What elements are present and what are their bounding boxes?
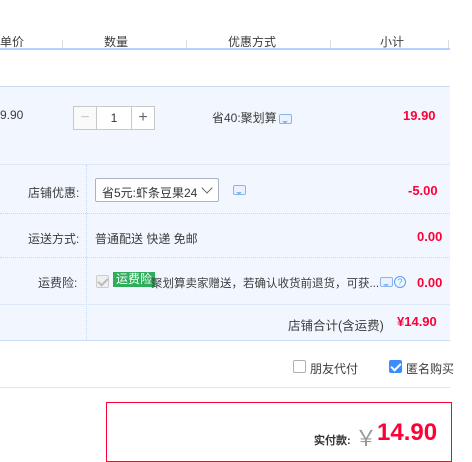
help-icon[interactable]: ? [394,276,406,288]
header-divider [448,40,449,48]
payment-currency: ￥ [355,426,378,451]
label-column-divider [86,165,87,341]
payment-amount: 14.90 [377,419,438,446]
row-divider [0,164,450,165]
payment-label: 实付款: [314,435,351,447]
insurance-label: 运费险: [38,276,78,290]
shop-discount-amount: -5.00 [408,183,438,198]
quantity-input[interactable]: 1 [97,106,131,130]
item-subtotal: 19.90 [403,108,436,123]
table-header: 单价 数量 优惠方式 小计 [0,0,472,52]
header-underline [0,48,450,50]
section-divider [0,387,450,388]
shop-total-amount: ¥14.90 [397,314,437,329]
comment-icon[interactable] [380,277,393,287]
item-promo: 省40:聚划算 [212,111,277,125]
anonymous-checkbox[interactable] [389,360,402,373]
shipping-label: 运送方式: [28,232,80,246]
quantity-plus-button[interactable]: + [131,106,155,130]
insurance-badge: 运费险 [113,272,156,287]
row-divider [0,304,450,305]
shop-discount-label: 店铺优惠: [28,186,80,200]
header-divider [330,40,331,48]
shop-discount-select[interactable]: 省5元:虾条豆果24 [95,178,219,202]
comment-icon[interactable] [233,185,246,195]
friend-pay-label[interactable]: 朋友代付 [310,360,358,377]
header-divider [62,40,63,48]
item-price: 9.90 [0,108,24,122]
row-divider [0,257,450,258]
insurance-amount: 0.00 [417,275,443,290]
friend-pay-checkbox[interactable] [293,360,306,373]
payment-summary: 实付款: ￥ 14.90 [106,402,452,462]
header-divider [186,40,187,48]
comment-icon[interactable] [279,114,292,124]
chevron-down-icon [201,182,213,194]
shop-discount-selected: 省5元:虾条豆果24 [102,186,198,200]
quantity-minus-button[interactable]: − [73,106,97,130]
insurance-checkbox [96,275,109,288]
insurance-text: 聚划算卖家赠送，若确认收货前退货，可获... [151,278,380,290]
anonymous-label[interactable]: 匿名购买 [406,360,454,377]
shipping-amount: 0.00 [417,229,443,244]
shipping-value: 普通配送 快递 免邮 [95,232,198,246]
shop-total-label: 店铺合计(含运费) [288,319,384,333]
row-divider [0,213,450,214]
